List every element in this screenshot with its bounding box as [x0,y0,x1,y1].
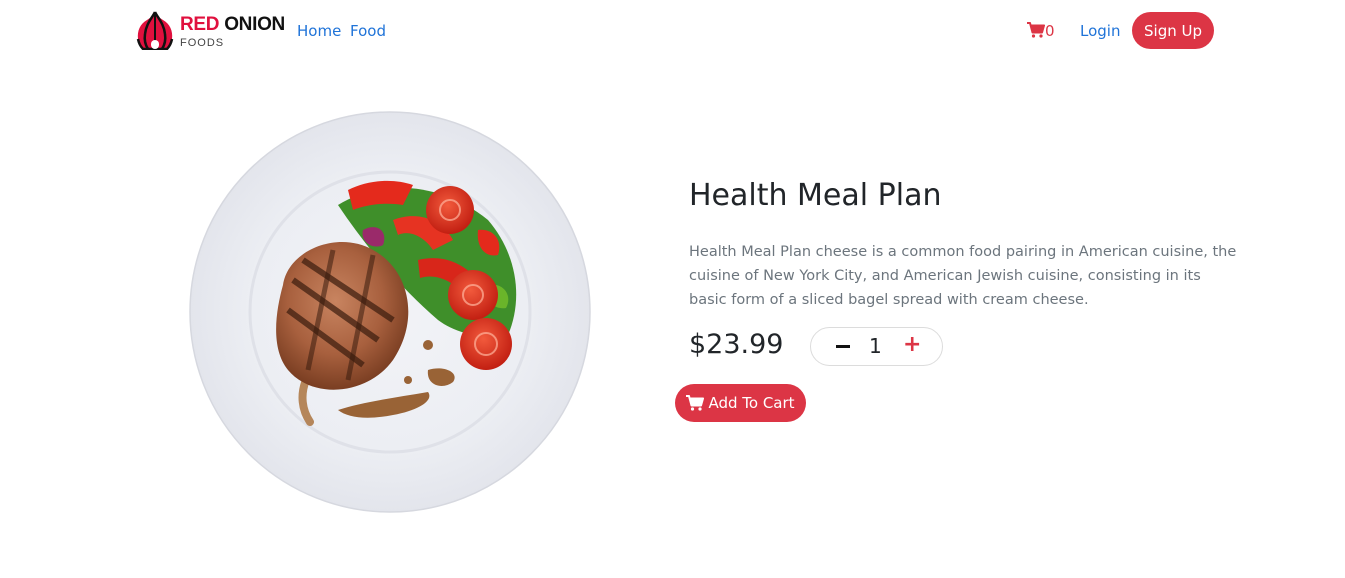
decrease-quantity-button[interactable] [835,336,853,356]
navbar: RED ONION FOODS Home Food 0 Login Sign U… [0,0,1345,64]
cart-count: 0 [1045,22,1055,40]
quantity-value: 1 [869,334,882,358]
login-link[interactable]: Login [1080,22,1120,40]
product-title: Health Meal Plan [689,178,942,213]
shopping-cart-icon [1027,22,1045,38]
brand-logo[interactable]: RED ONION FOODS [136,10,286,52]
brand-title-dark: ONION [224,14,285,35]
brand-title-red: RED [180,14,220,35]
shopping-cart-icon [686,395,705,411]
nav-food-link[interactable]: Food [350,22,386,40]
nav-home-link[interactable]: Home [297,22,341,40]
add-to-cart-label: Add To Cart [708,394,795,412]
brand-subtitle: FOODS [180,37,225,49]
meal-plate-image [189,111,591,513]
signup-button[interactable]: Sign Up [1132,12,1214,49]
quantity-stepper: 1 + [810,327,943,366]
plus-icon: + [903,332,922,357]
onion-logo-icon [136,11,174,50]
brand-title: RED ONION [180,14,285,36]
add-to-cart-button[interactable]: Add To Cart [675,384,806,422]
increase-quantity-button[interactable]: + [903,334,921,356]
product-description: Health Meal Plan cheese is a common food… [689,244,1237,308]
product-price: $23.99 [689,329,784,360]
cart-link[interactable]: 0 [1027,22,1055,40]
